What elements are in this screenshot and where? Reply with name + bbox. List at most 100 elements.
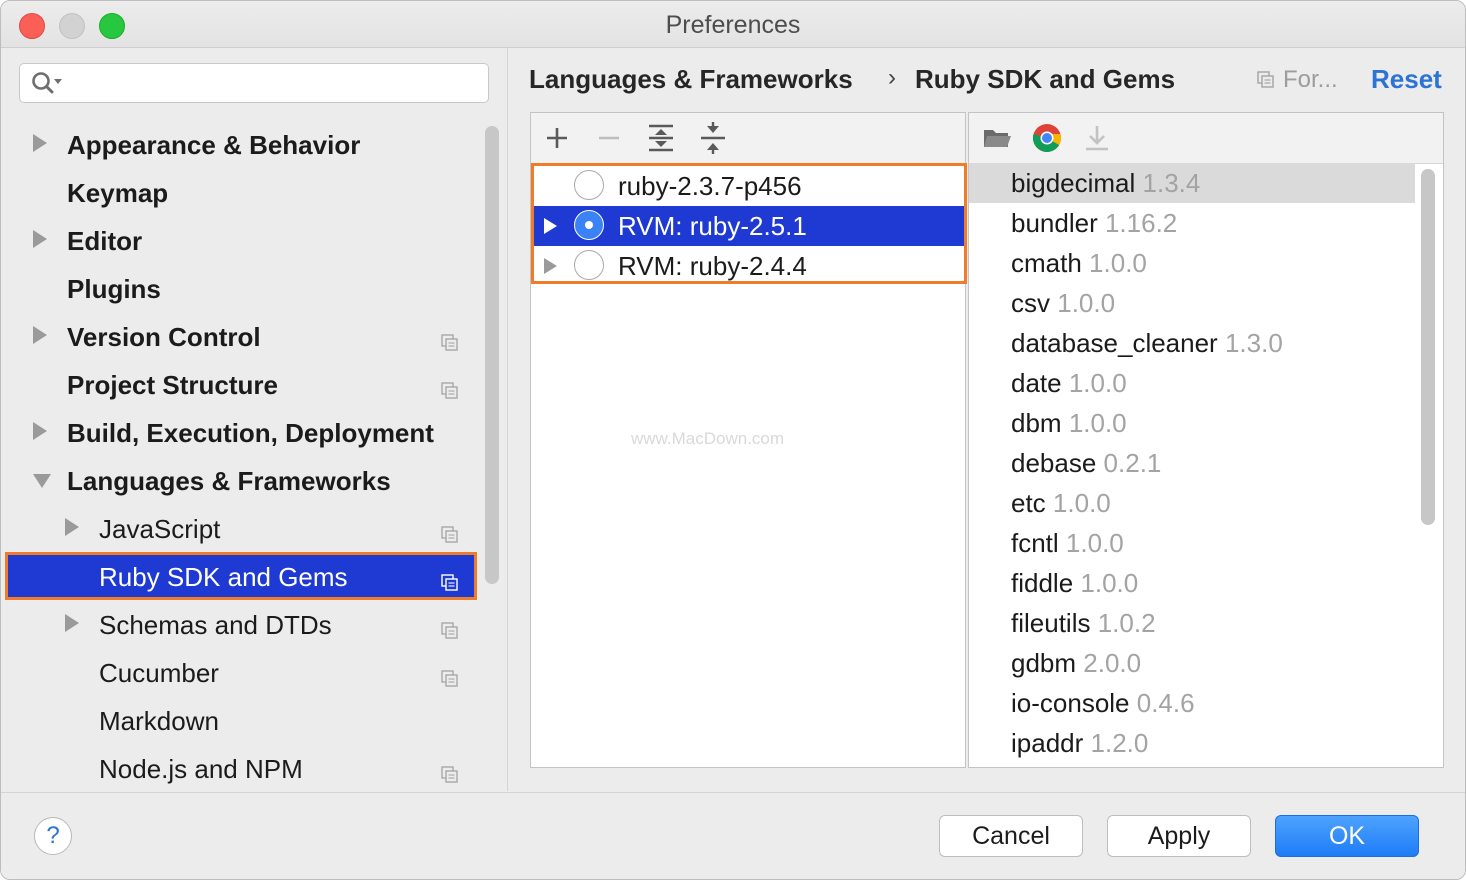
add-icon[interactable] <box>541 122 573 154</box>
help-button[interactable]: ? <box>34 817 72 855</box>
breadcrumb-current: Ruby SDK and Gems <box>915 64 1176 94</box>
sdk-radio-button[interactable] <box>574 210 604 240</box>
ok-button[interactable]: OK <box>1275 815 1419 857</box>
search-icon[interactable] <box>30 70 64 96</box>
sdk-row[interactable]: RVM: ruby-2.4.4 <box>534 246 964 286</box>
breadcrumb-separator: › <box>888 64 896 91</box>
gem-version: 1.0.0 <box>1065 528 1124 558</box>
collapsed-arrow-icon[interactable] <box>33 422 47 440</box>
sidebar-item[interactable]: Schemas and DTDs <box>5 600 477 648</box>
sidebar-item-label: JavaScript <box>99 514 221 544</box>
sidebar-item[interactable]: JavaScript <box>5 504 477 552</box>
settings-sidebar: Appearance & Behavior Keymap Editor Plugins… <box>1 48 508 791</box>
apply-button[interactable]: Apply <box>1107 815 1251 857</box>
project-scope-icon <box>441 328 459 351</box>
collapsed-arrow-icon[interactable] <box>65 518 79 536</box>
collapse-all-icon[interactable] <box>697 122 729 154</box>
gem-row[interactable]: csv 1.0.0 <box>969 283 1415 323</box>
sidebar-scrollbar[interactable] <box>485 126 499 584</box>
settings-content: Languages & Frameworks › Ruby SDK and Ge… <box>508 48 1465 791</box>
remove-icon[interactable] <box>593 122 625 154</box>
sidebar-item[interactable]: Project Structure <box>5 360 477 408</box>
gem-name: gdbm <box>1011 648 1077 678</box>
search-input[interactable] <box>68 68 482 100</box>
gem-version: 0.2.1 <box>1103 448 1162 478</box>
sidebar-item[interactable]: Node.js and NPM <box>5 744 477 792</box>
sidebar-item[interactable]: Appearance & Behavior <box>5 120 477 168</box>
sidebar-item-label: Version Control <box>67 322 261 352</box>
sidebar-item-label: Schemas and DTDs <box>99 610 332 640</box>
sidebar-item-label: Project Structure <box>67 370 278 400</box>
sidebar-item[interactable]: Version Control <box>5 312 477 360</box>
sidebar-item[interactable]: Editor <box>5 216 477 264</box>
gem-row[interactable]: date 1.0.0 <box>969 363 1415 403</box>
gem-name: fileutils <box>1011 608 1091 638</box>
sidebar-item[interactable]: Plugins <box>5 264 477 312</box>
gem-row[interactable]: debase 0.2.1 <box>969 443 1415 483</box>
collapsed-arrow-icon[interactable] <box>33 326 47 344</box>
sdk-label: RVM: ruby-2.4.4 <box>618 251 807 281</box>
gem-row[interactable]: bundler 1.16.2 <box>969 203 1415 243</box>
gem-name: io-console <box>1011 688 1130 718</box>
sidebar-item-label: Appearance & Behavior <box>67 130 361 160</box>
gem-name: cmath <box>1011 248 1082 278</box>
collapsed-arrow-icon[interactable] <box>33 230 47 248</box>
sdk-row[interactable]: RVM: ruby-2.5.1 <box>534 206 964 246</box>
gem-row[interactable]: fiddle 1.0.0 <box>969 563 1415 603</box>
gem-name: fiddle <box>1011 568 1074 598</box>
sidebar-item-label: Markdown <box>99 706 219 736</box>
gem-name: etc <box>1011 488 1046 518</box>
reset-link[interactable]: Reset <box>1371 64 1442 95</box>
expanded-arrow-icon[interactable] <box>33 474 51 488</box>
gem-name: bundler <box>1011 208 1098 238</box>
sidebar-item[interactable]: Ruby SDK and Gems <box>5 552 477 600</box>
gem-version: 1.0.0 <box>1068 368 1127 398</box>
gem-version: 1.0.0 <box>1057 288 1116 318</box>
gems-scrollbar[interactable] <box>1421 169 1435 525</box>
gem-row[interactable]: bigdecimal 1.3.4 <box>969 163 1415 203</box>
collapsed-arrow-icon[interactable] <box>33 134 47 152</box>
sidebar-item[interactable]: Keymap <box>5 168 477 216</box>
sidebar-item-label: Plugins <box>67 274 161 304</box>
gem-version: 2.0.0 <box>1083 648 1142 678</box>
sidebar-item-label: Editor <box>67 226 143 256</box>
gem-row[interactable]: cmath 1.0.0 <box>969 243 1415 283</box>
gem-row[interactable]: ipaddr 1.2.0 <box>969 723 1415 763</box>
dialog-footer: ? Cancel Apply OK <box>1 792 1465 879</box>
project-scope-icon <box>441 760 459 783</box>
cancel-button[interactable]: Cancel <box>939 815 1083 857</box>
search-box[interactable] <box>19 63 489 103</box>
title-bar: Preferences <box>1 1 1465 48</box>
sdk-toolbar <box>531 113 965 164</box>
gem-row[interactable]: database_cleaner 1.3.0 <box>969 323 1415 363</box>
collapsed-arrow-icon[interactable] <box>544 258 557 274</box>
sidebar-item[interactable]: Cucumber <box>5 648 477 696</box>
chrome-icon[interactable] <box>1031 122 1063 154</box>
gem-name: fcntl <box>1011 528 1059 558</box>
project-scope-icon <box>1257 71 1274 88</box>
gem-row[interactable]: gdbm 2.0.0 <box>969 643 1415 683</box>
sdk-radio-button[interactable] <box>574 250 604 280</box>
folder-icon[interactable] <box>981 122 1013 154</box>
sdk-radio-button[interactable] <box>574 170 604 200</box>
sidebar-item[interactable]: Languages & Frameworks <box>5 456 477 504</box>
gem-row[interactable]: io-console 0.4.6 <box>969 683 1415 723</box>
gem-row[interactable]: fileutils 1.0.2 <box>969 603 1415 643</box>
gem-version: 1.0.0 <box>1080 568 1139 598</box>
gem-version: 1.0.0 <box>1068 408 1127 438</box>
sidebar-item[interactable]: Markdown <box>5 696 477 744</box>
sidebar-item-label: Keymap <box>67 178 169 208</box>
gem-row[interactable]: fcntl 1.0.0 <box>969 523 1415 563</box>
collapsed-arrow-icon[interactable] <box>544 218 557 234</box>
gem-row[interactable]: dbm 1.0.0 <box>969 403 1415 443</box>
breadcrumb-parent[interactable]: Languages & Frameworks <box>529 64 853 95</box>
collapsed-arrow-icon[interactable] <box>65 614 79 632</box>
download-icon[interactable] <box>1081 122 1113 154</box>
window-title: Preferences <box>665 11 801 39</box>
gem-row[interactable]: etc 1.0.0 <box>969 483 1415 523</box>
gem-version: 1.3.4 <box>1142 168 1201 198</box>
sidebar-item[interactable]: Build, Execution, Deployment <box>5 408 477 456</box>
gems-toolbar <box>969 113 1443 164</box>
expand-all-icon[interactable] <box>645 122 677 154</box>
sdk-row[interactable]: ruby-2.3.7-p456 <box>534 166 964 206</box>
